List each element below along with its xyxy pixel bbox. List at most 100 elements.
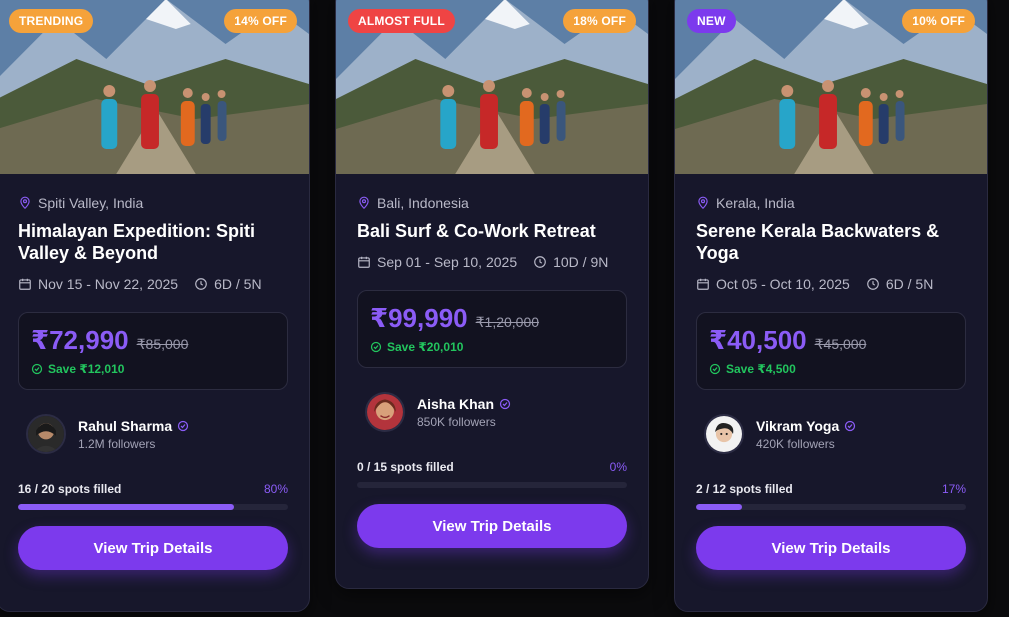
spots-percent: 17% <box>941 482 966 496</box>
discount-badge: 14% OFF <box>224 9 297 33</box>
discount-badge: 18% OFF <box>563 9 636 33</box>
avatar[interactable] <box>704 414 744 454</box>
host-info[interactable]: Aisha Khan 850K followers <box>357 392 627 432</box>
avatar[interactable] <box>26 414 66 454</box>
spots-filled-label: 16 / 20 spots filled <box>18 482 122 496</box>
duration-label: 6D / 5N <box>214 276 262 292</box>
location-label: Kerala, India <box>716 195 795 211</box>
current-price: ₹99,990 <box>370 303 468 333</box>
spots-progress-bar <box>357 482 627 488</box>
verified-badge-icon <box>178 420 189 431</box>
savings-label: Save ₹20,010 <box>387 340 464 354</box>
trip-title: Himalayan Expedition: Spiti Valley & Bey… <box>18 221 256 263</box>
check-circle-icon <box>709 363 721 375</box>
trending-badge: TRENDING <box>9 9 94 33</box>
trip-duration: 6D / 5N <box>866 276 933 292</box>
host-avatar-image <box>367 394 403 430</box>
calendar-icon <box>19 278 31 290</box>
location-label: Spiti Valley, India <box>38 195 144 211</box>
trip-location: Kerala, India <box>696 195 966 211</box>
calendar-icon <box>358 256 370 268</box>
spots-info: 2 / 12 spots filled 17% <box>696 482 966 496</box>
trip-dates: Nov 15 - Nov 22, 2025 <box>18 276 178 292</box>
trip-hero-image: ALMOST FULL 18% OFF <box>336 0 648 174</box>
trip-meta: Sep 01 - Sep 10, 2025 10D / 9N <box>357 254 627 270</box>
trip-card-kerala[interactable]: NEW 10% OFF Kerala, India Serene Kerala … <box>674 0 988 612</box>
host-info[interactable]: Vikram Yoga 420K followers <box>696 414 966 454</box>
clock-icon <box>195 278 207 290</box>
price-box: ₹72,990 ₹85,000 Save ₹12,010 <box>18 312 288 390</box>
verified-badge-icon <box>499 398 511 409</box>
host-name-label[interactable]: Vikram Yoga <box>756 418 839 434</box>
verified-badge-icon <box>845 420 856 431</box>
trip-title: Bali Surf & Co-Work Retreat <box>357 221 596 241</box>
trip-hero-image: TRENDING 14% OFF <box>0 0 309 174</box>
map-pin-icon <box>20 196 30 210</box>
current-price: ₹40,500 <box>709 325 807 355</box>
trip-duration: 6D / 5N <box>194 276 262 292</box>
host-info[interactable]: Rahul Sharma 1.2M followers <box>18 414 288 454</box>
new-badge: NEW <box>687 9 736 33</box>
clock-icon <box>867 278 879 290</box>
host-name[interactable]: Rahul Sharma <box>78 418 189 434</box>
savings: Save ₹20,010 <box>370 340 614 354</box>
host-name[interactable]: Vikram Yoga <box>756 418 856 434</box>
almost-full-badge: ALMOST FULL <box>348 9 455 33</box>
spots-info: 16 / 20 spots filled 80% <box>18 482 288 496</box>
trip-duration: 10D / 9N <box>533 254 608 270</box>
clock-icon <box>534 256 546 268</box>
trip-location: Bali, Indonesia <box>357 195 627 211</box>
view-trip-details-button[interactable]: View Trip Details <box>18 526 288 570</box>
original-price: ₹45,000 <box>814 336 867 352</box>
host-name-label[interactable]: Aisha Khan <box>417 396 494 412</box>
host-avatar-image <box>706 416 742 452</box>
host-followers: 420K followers <box>756 436 835 451</box>
spots-filled-label: 2 / 12 spots filled <box>696 482 793 496</box>
host-followers: 1.2M followers <box>78 436 156 451</box>
duration-label: 6D / 5N <box>885 276 934 292</box>
savings-label: Save ₹4,500 <box>726 362 796 376</box>
spots-percent: 0% <box>609 460 627 474</box>
current-price: ₹72,990 <box>31 325 129 355</box>
original-price: ₹1,20,000 <box>475 314 540 330</box>
trip-meta: Nov 15 - Nov 22, 2025 6D / 5N <box>18 276 288 292</box>
savings: Save ₹4,500 <box>709 362 953 376</box>
savings-label: Save ₹12,010 <box>48 362 125 376</box>
price-box: ₹99,990 ₹1,20,000 Save ₹20,010 <box>357 290 627 368</box>
trip-card-spiti[interactable]: TRENDING 14% OFF Spiti Valley, India Him… <box>0 0 310 612</box>
savings: Save ₹12,010 <box>31 362 275 376</box>
spots-percent: 80% <box>263 482 288 496</box>
dates-label: Nov 15 - Nov 22, 2025 <box>38 276 179 292</box>
dates-label: Oct 05 - Oct 10, 2025 <box>716 276 850 292</box>
trip-title: Serene Kerala Backwaters & Yoga <box>696 221 940 263</box>
calendar-icon <box>697 278 709 290</box>
trip-location: Spiti Valley, India <box>18 195 288 211</box>
spots-progress-bar <box>18 504 288 510</box>
host-name-label[interactable]: Rahul Sharma <box>78 418 172 434</box>
map-pin-icon <box>698 196 708 210</box>
discount-badge: 10% OFF <box>902 9 975 33</box>
trip-hero-image: NEW 10% OFF <box>675 0 987 174</box>
location-label: Bali, Indonesia <box>377 195 469 211</box>
host-avatar-image <box>28 416 64 452</box>
spots-progress-fill <box>18 504 234 510</box>
spots-filled-label: 0 / 15 spots filled <box>357 460 454 474</box>
check-circle-icon <box>370 341 382 353</box>
avatar[interactable] <box>365 392 405 432</box>
view-trip-details-button[interactable]: View Trip Details <box>357 504 627 548</box>
trip-dates: Sep 01 - Sep 10, 2025 <box>357 254 517 270</box>
check-circle-icon <box>31 363 43 375</box>
price-box: ₹40,500 ₹45,000 Save ₹4,500 <box>696 312 966 390</box>
map-pin-icon <box>359 196 369 210</box>
view-trip-details-button[interactable]: View Trip Details <box>696 526 966 570</box>
host-followers: 850K followers <box>417 414 496 429</box>
dates-label: Sep 01 - Sep 10, 2025 <box>377 254 518 270</box>
host-name[interactable]: Aisha Khan <box>417 396 511 412</box>
spots-progress-bar <box>696 504 966 510</box>
trip-dates: Oct 05 - Oct 10, 2025 <box>696 276 850 292</box>
trip-card-bali[interactable]: ALMOST FULL 18% OFF Bali, Indonesia Bali… <box>335 0 649 589</box>
spots-info: 0 / 15 spots filled 0% <box>357 460 627 474</box>
duration-label: 10D / 9N <box>553 254 609 270</box>
trip-meta: Oct 05 - Oct 10, 2025 6D / 5N <box>696 276 966 292</box>
original-price: ₹85,000 <box>136 336 189 352</box>
